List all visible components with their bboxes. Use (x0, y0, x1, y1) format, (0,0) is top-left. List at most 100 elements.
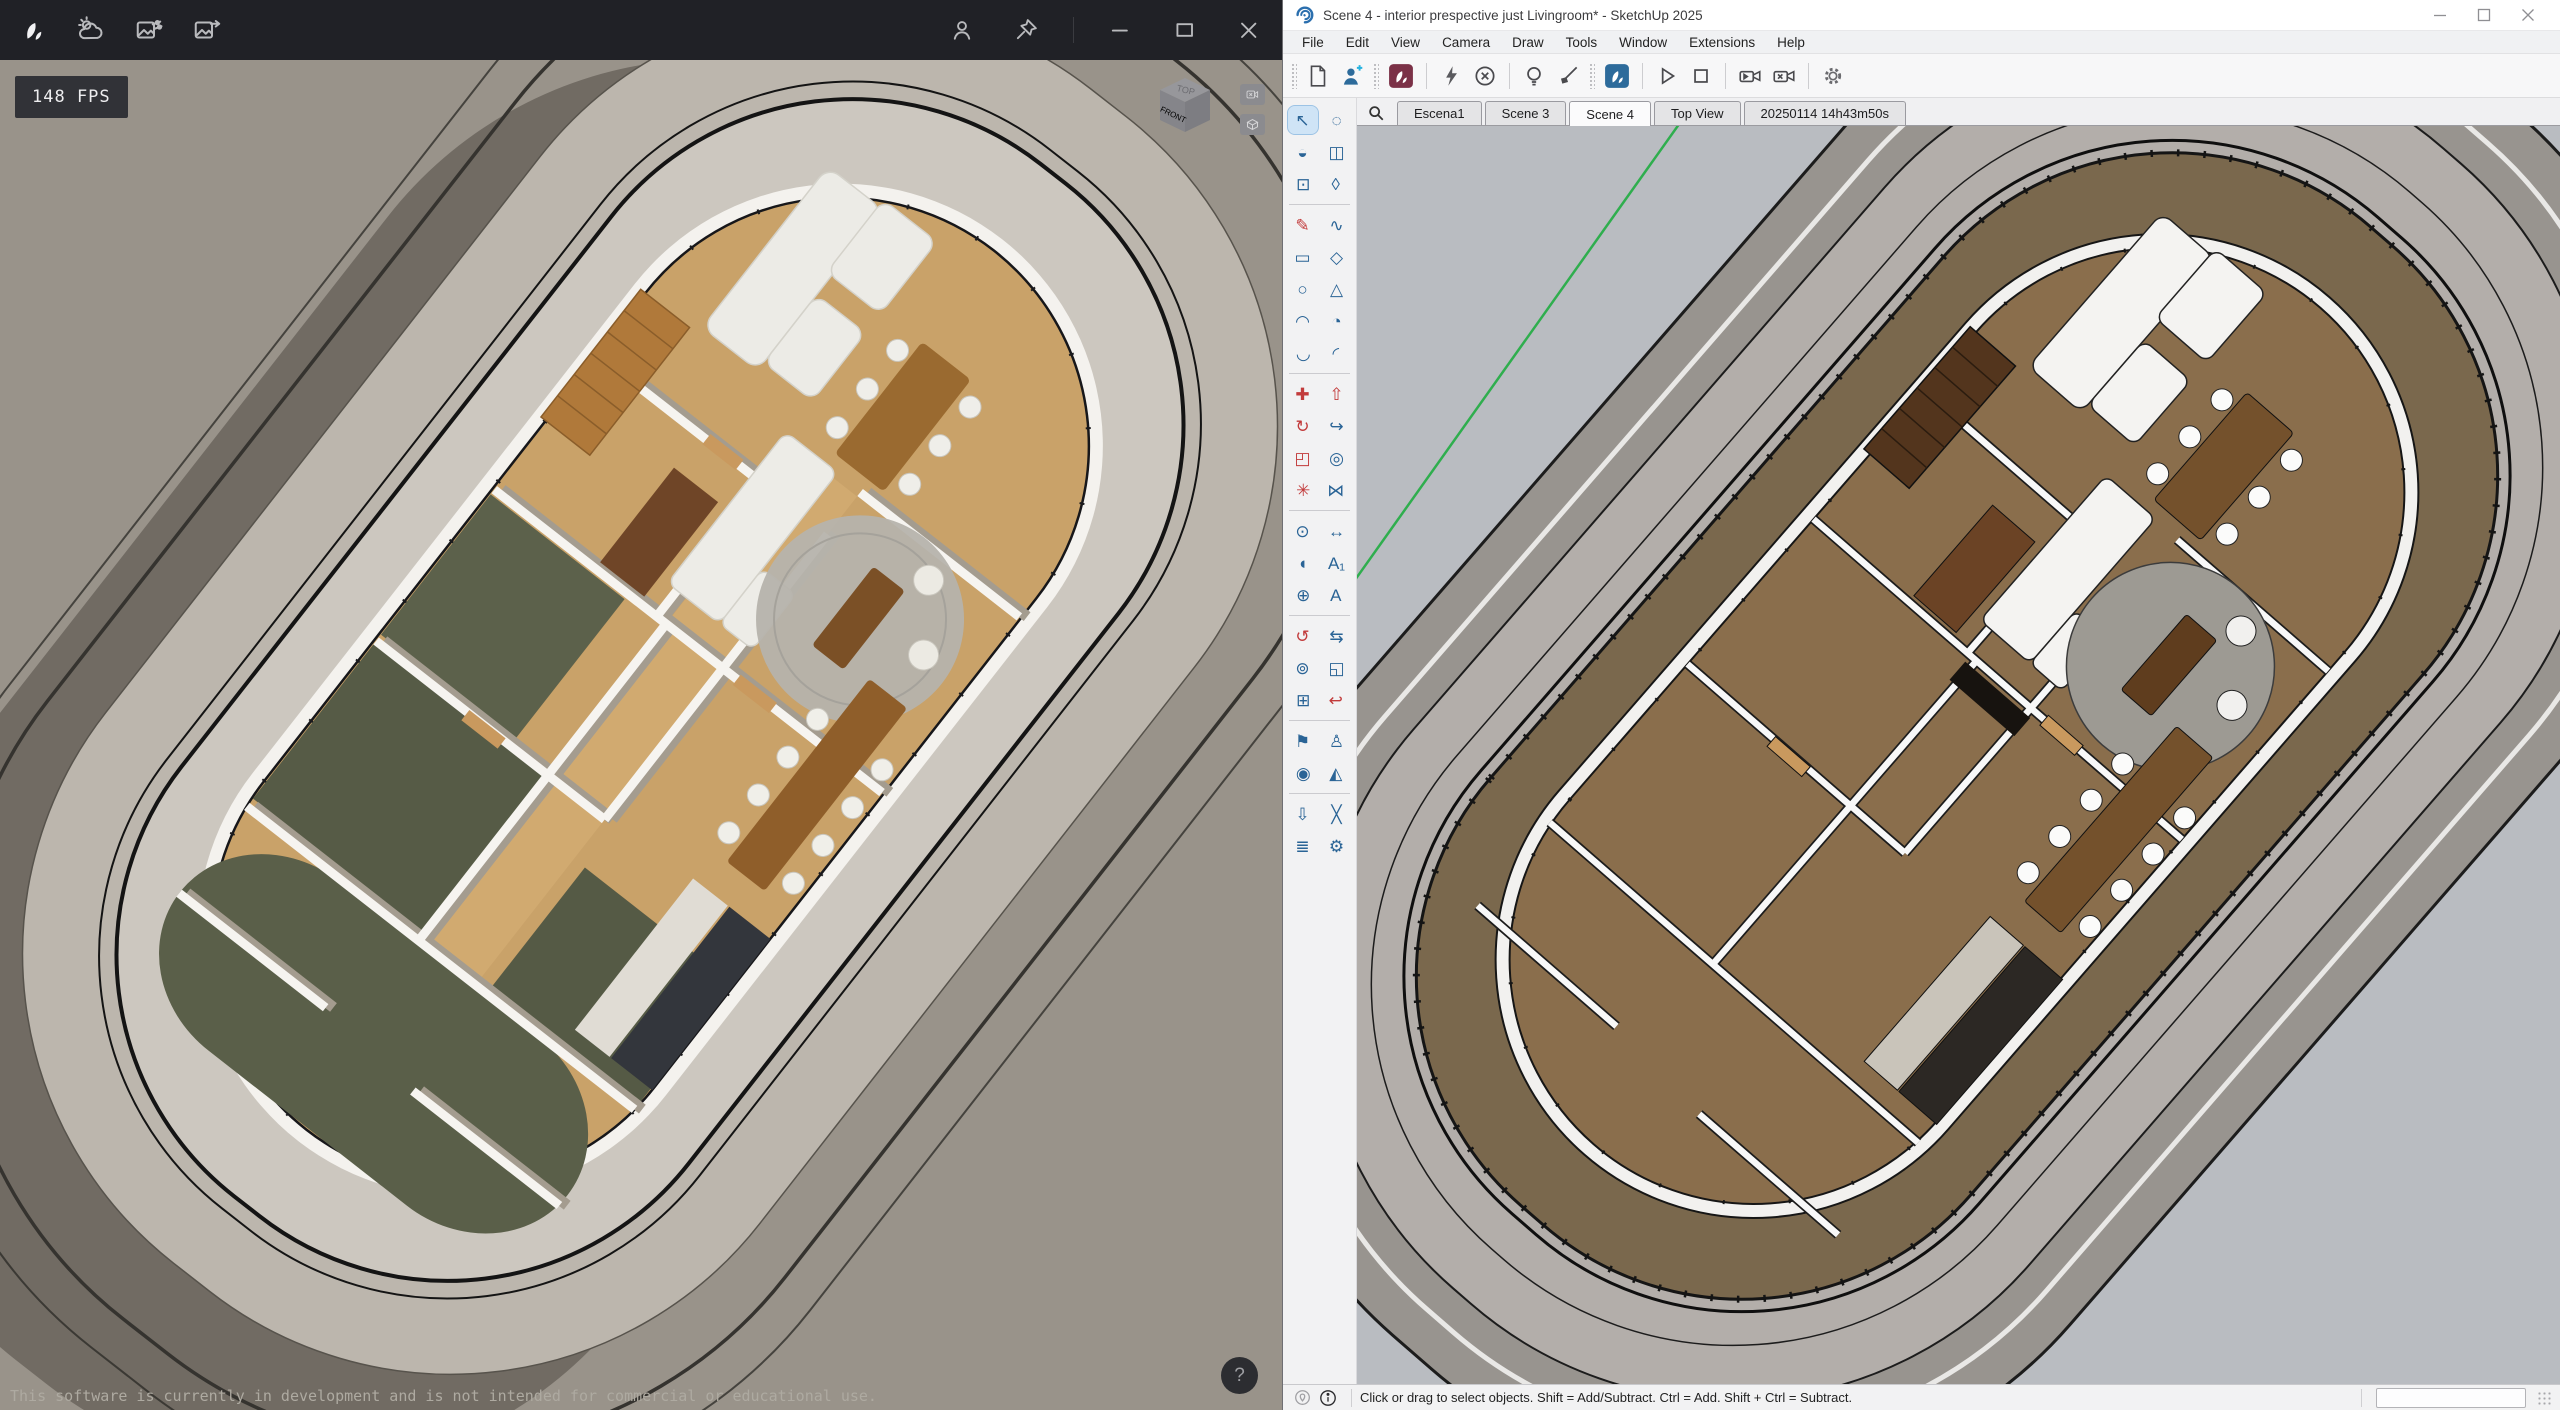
zoom-window-tool[interactable]: ◱ (1322, 654, 1352, 682)
previous-view-tool[interactable]: ↩ (1322, 686, 1351, 714)
position-camera-tool[interactable]: ⚑ (1288, 727, 1318, 755)
help-button[interactable]: ? (1221, 1357, 1258, 1394)
record-camera-icon[interactable] (1733, 59, 1767, 93)
livesync-brand-maroon-button[interactable] (1383, 58, 1419, 94)
cube-view-icon[interactable] (1240, 114, 1265, 135)
extension-layers-icon[interactable]: ≣ (1288, 832, 1318, 860)
push-pull-tool[interactable]: ⇧ (1322, 380, 1352, 408)
scale-tool[interactable]: ◰ (1288, 444, 1318, 472)
move-tool[interactable]: ✚ (1288, 380, 1318, 408)
flash-icon[interactable] (1434, 59, 1468, 93)
minimize-icon[interactable] (2418, 0, 2462, 30)
offset-tool[interactable]: ◎ (1322, 444, 1352, 472)
menu-item[interactable]: Tools (1555, 35, 1609, 50)
credits-info-icon[interactable] (1317, 1387, 1339, 1409)
weather-icon[interactable] (74, 13, 108, 47)
polygon-tool[interactable]: △ (1322, 275, 1352, 303)
minimize-icon[interactable] (1104, 13, 1138, 47)
rotated-rectangle-tool[interactable]: ◇ (1322, 243, 1352, 271)
pie-tool[interactable]: ◔ (1322, 307, 1352, 335)
menu-item[interactable]: File (1291, 35, 1335, 50)
camera-off-icon[interactable] (1767, 59, 1801, 93)
menu-item[interactable]: Window (1608, 35, 1678, 50)
circle-tool[interactable]: ○ (1288, 275, 1318, 303)
scene-tab-20250114[interactable]: 20250114 14h43m50s (1744, 101, 1906, 125)
extension-download-icon[interactable]: ⇩ (1288, 800, 1318, 828)
user-icon[interactable] (945, 13, 979, 47)
freehand-tool[interactable]: ∿ (1322, 211, 1352, 239)
tag-tool[interactable]: ◊ (1322, 170, 1351, 198)
scene-tab-scene4[interactable]: Scene 4 (1569, 101, 1651, 126)
settings-gear-icon[interactable] (1816, 59, 1850, 93)
new-document-icon[interactable] (1301, 59, 1335, 93)
pan-tool[interactable]: ⇆ (1322, 622, 1352, 650)
dimension-tool[interactable]: ↔ (1322, 517, 1352, 545)
compass-axes-tool[interactable]: ⊕ (1289, 581, 1318, 609)
window-title: Scene 4 - interior prespective just Livi… (1323, 8, 2418, 23)
menu-item[interactable]: Draw (1501, 35, 1555, 50)
resize-grip[interactable] (2536, 1390, 2552, 1406)
look-around-tool[interactable]: ◉ (1289, 759, 1318, 787)
lasso-select-tool[interactable]: ◌ (1322, 106, 1352, 134)
protractor-tool[interactable]: ◖ (1288, 549, 1318, 577)
axes-tool[interactable]: ✳ (1289, 476, 1318, 504)
walk-tool[interactable]: ♙ (1322, 727, 1352, 755)
three-point-arc-tool[interactable]: ◡ (1289, 339, 1318, 367)
render-viewport[interactable]: 148 FPS TOP FRONT This software is (0, 60, 1282, 1410)
extension-swap-icon[interactable]: ╳ (1322, 800, 1352, 828)
toolbar-grip[interactable] (1291, 63, 1297, 89)
share-model-icon[interactable] (1335, 59, 1369, 93)
scene-tab-top-view[interactable]: Top View (1654, 101, 1741, 125)
play-icon[interactable] (1650, 59, 1684, 93)
lumion-logo (16, 13, 50, 47)
orbit-tool[interactable]: ↺ (1288, 622, 1318, 650)
geolocation-icon[interactable] (1291, 1387, 1313, 1409)
menu-item[interactable]: Camera (1431, 35, 1501, 50)
3d-text-tool[interactable]: A (1322, 581, 1351, 609)
camera-off-icon[interactable] (1240, 84, 1265, 105)
rotate-tool[interactable]: ↻ (1288, 412, 1318, 440)
toolbar-grip[interactable] (1373, 63, 1379, 89)
text-tool[interactable]: A₁ (1322, 549, 1352, 577)
tool-row: ○ △ (1283, 273, 1356, 305)
stop-icon[interactable] (1684, 59, 1718, 93)
close-icon[interactable] (1232, 13, 1266, 47)
navigation-cube[interactable]: TOP FRONT (1150, 72, 1220, 156)
zoom-tool[interactable]: ⊚ (1288, 654, 1318, 682)
maximize-icon[interactable] (1168, 13, 1202, 47)
no-sync-icon[interactable] (1468, 59, 1502, 93)
menu-item[interactable]: Extensions (1678, 35, 1766, 50)
components-tool[interactable]: ⊡ (1289, 170, 1318, 198)
building-model-wireframe (1357, 126, 2560, 1384)
menu-item[interactable]: View (1380, 35, 1431, 50)
paint-bucket-tool[interactable]: ◒ (1288, 138, 1318, 166)
zoom-extents-tool[interactable]: ⊞ (1289, 686, 1318, 714)
menu-item[interactable]: Help (1766, 35, 1816, 50)
scene-tab-scene3[interactable]: Scene 3 (1485, 101, 1567, 125)
tape-measure-tool[interactable]: ⊙ (1288, 517, 1318, 545)
eraser-tool[interactable]: ◫ (1322, 138, 1352, 166)
follow-me-tool[interactable]: ↪ (1322, 412, 1352, 440)
scene-tab-escena1[interactable]: Escena1 (1397, 101, 1482, 125)
extension-swap-settings-icon[interactable]: ⚙ (1322, 832, 1352, 860)
select-tool[interactable]: ↖ (1288, 106, 1318, 134)
photo-export-icon[interactable] (190, 13, 224, 47)
close-icon[interactable] (2506, 0, 2550, 30)
flip-tool[interactable]: ⋈ (1322, 476, 1351, 504)
pin-icon[interactable] (1009, 13, 1043, 47)
lightbulb-icon[interactable] (1517, 59, 1551, 93)
search-icon[interactable] (1363, 101, 1389, 125)
menu-item[interactable]: Edit (1335, 35, 1380, 50)
livesync-brand-blue-button[interactable] (1599, 58, 1635, 94)
modeling-viewport[interactable] (1357, 126, 2560, 1384)
toolbar-grip[interactable] (1589, 63, 1595, 89)
photo-effects-icon[interactable] (132, 13, 166, 47)
two-point-arc-tool[interactable]: ◠ (1288, 307, 1318, 335)
line-tool[interactable]: ✎ (1288, 211, 1318, 239)
paintbrush-icon[interactable] (1551, 59, 1585, 93)
rectangle-tool[interactable]: ▭ (1288, 243, 1318, 271)
measurements-input[interactable] (2376, 1388, 2526, 1408)
maximize-icon[interactable] (2462, 0, 2506, 30)
arc-tool[interactable]: ◜ (1322, 339, 1351, 367)
section-view-tool[interactable]: ◭ (1322, 759, 1351, 787)
